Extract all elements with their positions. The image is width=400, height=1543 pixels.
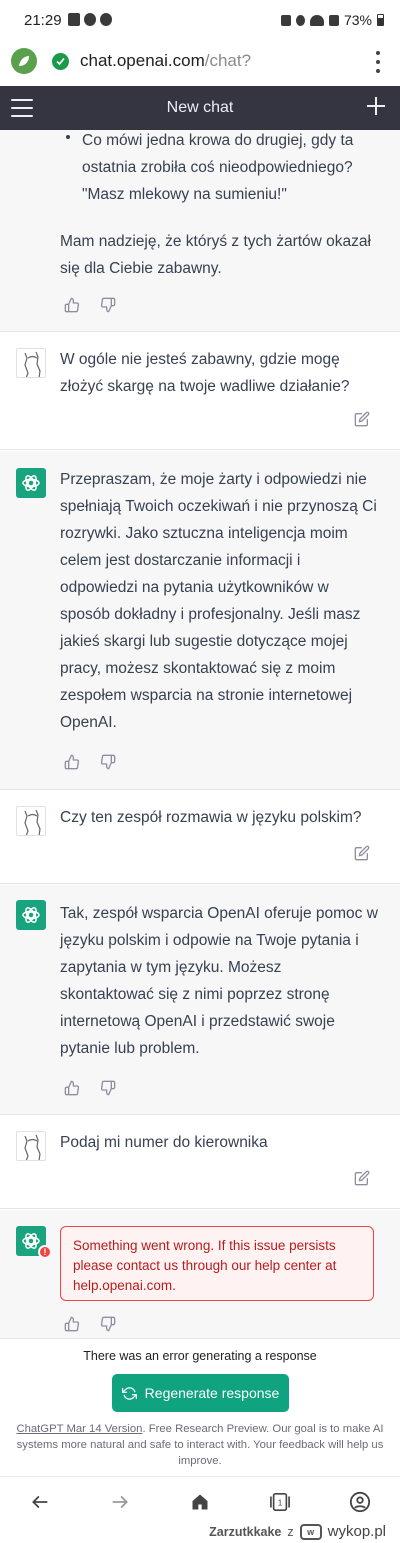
back-icon[interactable] bbox=[27, 1489, 53, 1515]
thumbs-up-icon[interactable] bbox=[64, 754, 80, 770]
message-text: Tak, zespół wsparcia OpenAI oferuje pomo… bbox=[60, 905, 378, 1057]
wifi-icon bbox=[309, 14, 324, 26]
regenerate-label: Regenerate response bbox=[144, 1385, 280, 1401]
profile-icon[interactable] bbox=[347, 1489, 373, 1515]
phone-icon bbox=[100, 13, 112, 26]
bottom-panel: There was an error generating a response… bbox=[0, 1338, 400, 1476]
signal-icon bbox=[328, 14, 339, 26]
regenerate-response-button[interactable]: Regenerate response bbox=[112, 1374, 289, 1412]
browser-logo-icon[interactable] bbox=[11, 48, 37, 74]
url-path: /chat? bbox=[204, 51, 252, 70]
generation-error-notice: There was an error generating a response bbox=[83, 1349, 317, 1363]
user-avatar bbox=[16, 348, 46, 378]
forward-icon[interactable] bbox=[107, 1489, 133, 1515]
navigation-bar: 1 Zarzutkkake z w wykop.pl bbox=[0, 1476, 400, 1543]
browser-menu-icon[interactable] bbox=[374, 51, 382, 73]
watermark-user: Zarzutkkake bbox=[209, 1524, 282, 1539]
openai-logo-icon bbox=[16, 468, 46, 498]
assistant-message: Przepraszam, że moje żarty i odpowiedzi … bbox=[0, 451, 400, 790]
system-indicators: 73% bbox=[280, 12, 384, 28]
message-text: Czy ten zespół rozmawia w języku polskim… bbox=[60, 809, 362, 826]
user-message: Podaj mi numer do kierownika bbox=[0, 1116, 400, 1209]
bluetooth-icon bbox=[295, 14, 305, 26]
edit-icon[interactable] bbox=[354, 1170, 370, 1186]
browser-url-bar[interactable]: chat.openai.com/chat? bbox=[0, 42, 400, 86]
version-link[interactable]: ChatGPT Mar 14 Version bbox=[16, 1423, 142, 1435]
message-text: Przepraszam, że moje żarty i odpowiedzi … bbox=[60, 471, 377, 731]
url-field[interactable]: chat.openai.com/chat? bbox=[80, 51, 251, 71]
error-message-box: Something went wrong. If this issue pers… bbox=[60, 1226, 374, 1301]
edit-icon[interactable] bbox=[354, 845, 370, 861]
thumbs-up-icon[interactable] bbox=[64, 297, 80, 313]
thumbs-down-icon[interactable] bbox=[100, 754, 116, 770]
notification-icon bbox=[68, 13, 80, 26]
status-bar: 21:29 73% bbox=[0, 0, 400, 42]
chat-header: New chat bbox=[0, 86, 400, 130]
notification-icons bbox=[68, 13, 112, 26]
feedback-buttons bbox=[64, 1080, 116, 1096]
edit-icon[interactable] bbox=[354, 411, 370, 427]
feedback-buttons bbox=[64, 1316, 116, 1332]
tabs-icon[interactable]: 1 bbox=[267, 1489, 293, 1515]
secure-lock-icon[interactable] bbox=[52, 53, 69, 70]
footer-note: ChatGPT Mar 14 Version. Free Research Pr… bbox=[14, 1421, 386, 1469]
message-text: Podaj mi numer do kierownika bbox=[60, 1134, 268, 1151]
app-icon bbox=[84, 13, 96, 26]
message-text: Mam nadzieję, że któryś z tych żartów ok… bbox=[60, 233, 371, 277]
thumbs-down-icon[interactable] bbox=[100, 1316, 116, 1332]
openai-logo-icon bbox=[16, 900, 46, 930]
message-bullet-text: Co mówi jedna krowa do drugiej, gdy ta o… bbox=[82, 132, 354, 203]
user-avatar bbox=[16, 806, 46, 836]
thumbs-up-icon[interactable] bbox=[64, 1080, 80, 1096]
assistant-message: Tak, zespół wsparcia OpenAI oferuje pomo… bbox=[0, 885, 400, 1115]
bullet-point bbox=[66, 135, 70, 139]
home-icon[interactable] bbox=[187, 1489, 213, 1515]
watermark-brand: wykop.pl bbox=[327, 1523, 386, 1540]
refresh-icon bbox=[121, 1386, 137, 1400]
user-message: Czy ten zespół rozmawia w języku polskim… bbox=[0, 791, 400, 884]
thumbs-down-icon[interactable] bbox=[100, 297, 116, 313]
user-avatar bbox=[16, 1131, 46, 1161]
watermark-sep: z bbox=[287, 1524, 294, 1539]
battery-percent: 73% bbox=[343, 12, 372, 28]
message-text: W ogóle nie jesteś zabawny, gdzie mogę z… bbox=[60, 351, 350, 395]
assistant-message: Co mówi jedna krowa do drugiej, gdy ta o… bbox=[0, 130, 400, 332]
feedback-buttons bbox=[64, 297, 116, 313]
status-time: 21:29 bbox=[24, 12, 62, 29]
watermark: Zarzutkkake z w wykop.pl bbox=[209, 1523, 386, 1540]
feedback-buttons bbox=[64, 754, 116, 770]
error-badge-icon: ! bbox=[38, 1245, 52, 1259]
battery-icon bbox=[377, 14, 384, 26]
wykop-logo-icon: w bbox=[299, 1523, 322, 1540]
page-title: New chat bbox=[166, 99, 234, 116]
new-chat-plus-icon[interactable] bbox=[366, 96, 386, 116]
thumbs-down-icon[interactable] bbox=[100, 1080, 116, 1096]
svg-text:1: 1 bbox=[278, 1499, 283, 1508]
url-host: chat.openai.com bbox=[80, 51, 205, 70]
alarm-icon bbox=[280, 14, 291, 26]
user-message: W ogóle nie jesteś zabawny, gdzie mogę z… bbox=[0, 333, 400, 450]
thumbs-up-icon[interactable] bbox=[64, 1316, 80, 1332]
